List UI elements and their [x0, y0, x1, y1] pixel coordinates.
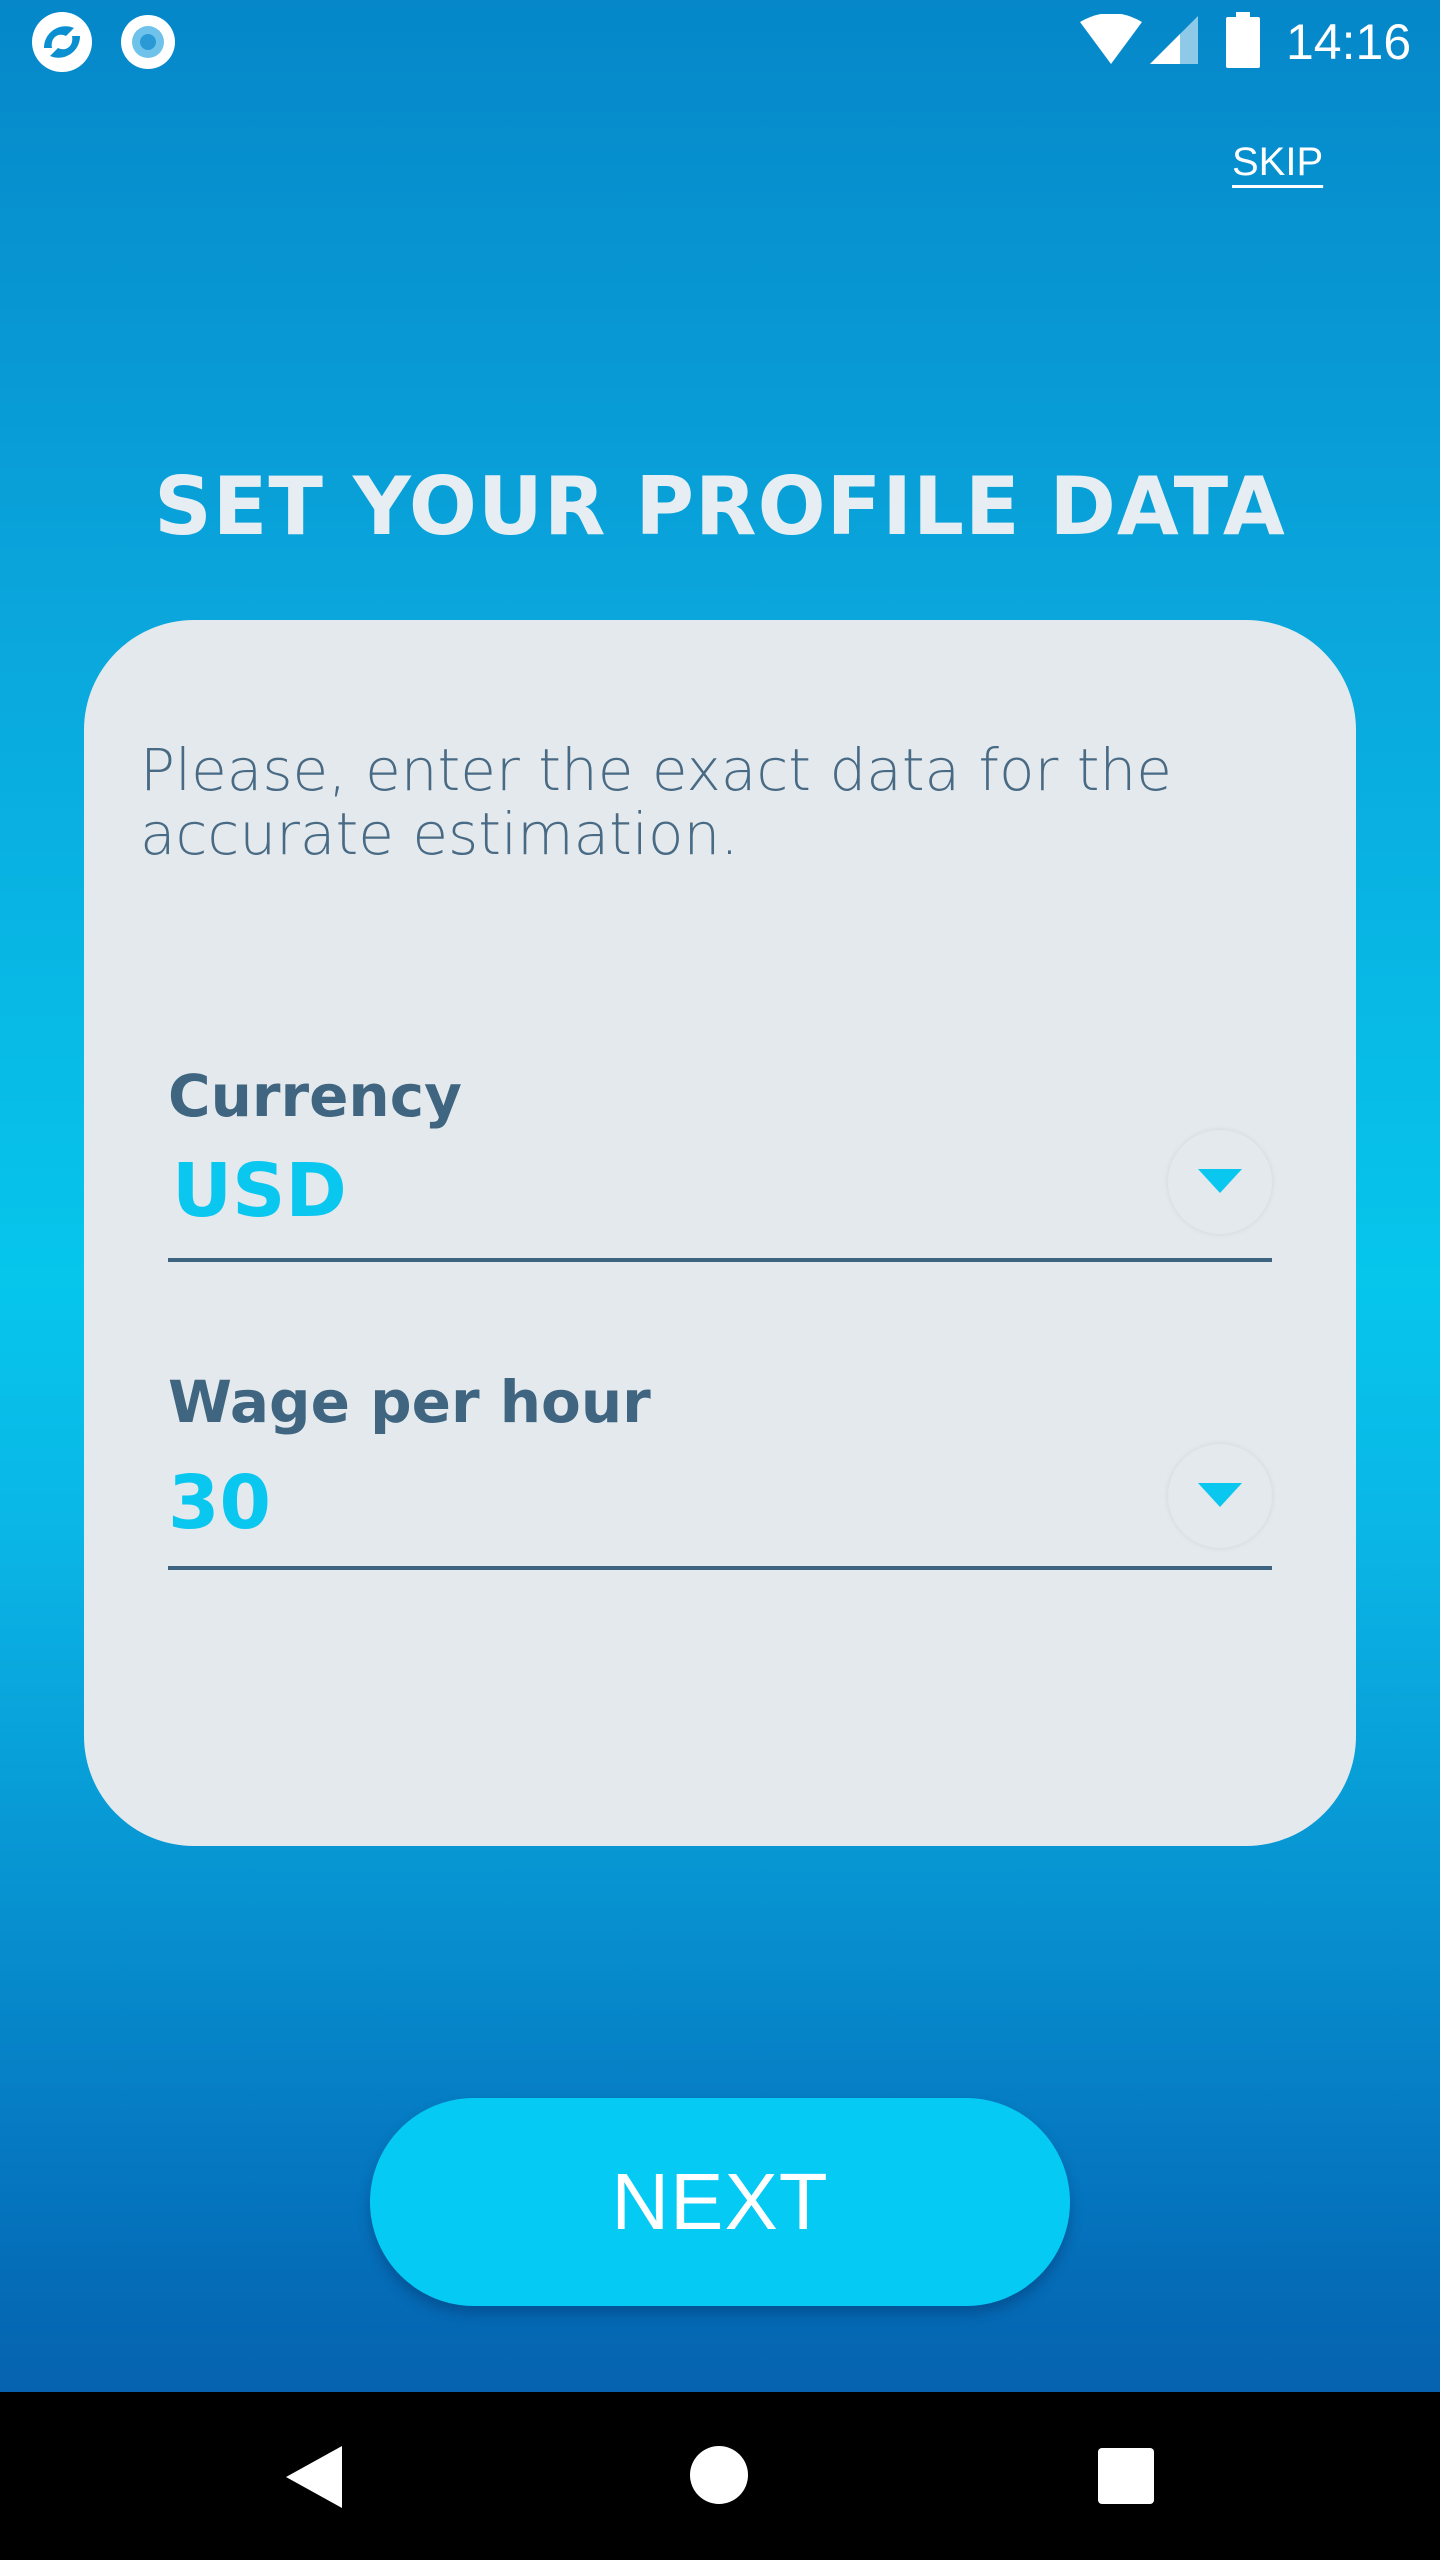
recents-icon[interactable]: [1098, 2448, 1154, 2504]
record-icon: [121, 15, 175, 69]
wage-dropdown-button[interactable]: [1168, 1444, 1272, 1548]
page-title: SET YOUR PROFILE DATA: [154, 460, 1286, 553]
wage-field[interactable]: Wage per hour 30: [168, 1350, 1272, 1570]
battery-icon: [1226, 12, 1260, 68]
home-icon[interactable]: [690, 2446, 748, 2504]
wifi-icon: [1080, 14, 1142, 64]
skip-button[interactable]: SKIP: [1232, 140, 1323, 185]
status-bar: 14:16: [0, 0, 1440, 84]
currency-field[interactable]: Currency USD: [168, 1048, 1272, 1262]
chevron-down-icon: [1198, 1483, 1242, 1507]
wage-label: Wage per hour: [168, 1368, 651, 1436]
currency-label: Currency: [168, 1062, 462, 1130]
status-time: 14:16: [1286, 14, 1412, 70]
back-icon[interactable]: [286, 2446, 342, 2508]
navigation-bar: [0, 2392, 1440, 2560]
signal-icon: [1150, 16, 1198, 64]
profile-card: Please, enter the exact data for the acc…: [84, 620, 1356, 1846]
next-button-label: NEXT: [611, 2157, 829, 2246]
card-description: Please, enter the exact data for the acc…: [140, 736, 1172, 868]
currency-value[interactable]: USD: [172, 1148, 347, 1234]
currency-dropdown-button[interactable]: [1168, 1130, 1272, 1234]
chevron-down-icon: [1198, 1169, 1242, 1193]
app-logo-icon: [32, 12, 92, 72]
wage-value[interactable]: 30: [168, 1460, 271, 1546]
next-button[interactable]: NEXT: [370, 2098, 1070, 2306]
